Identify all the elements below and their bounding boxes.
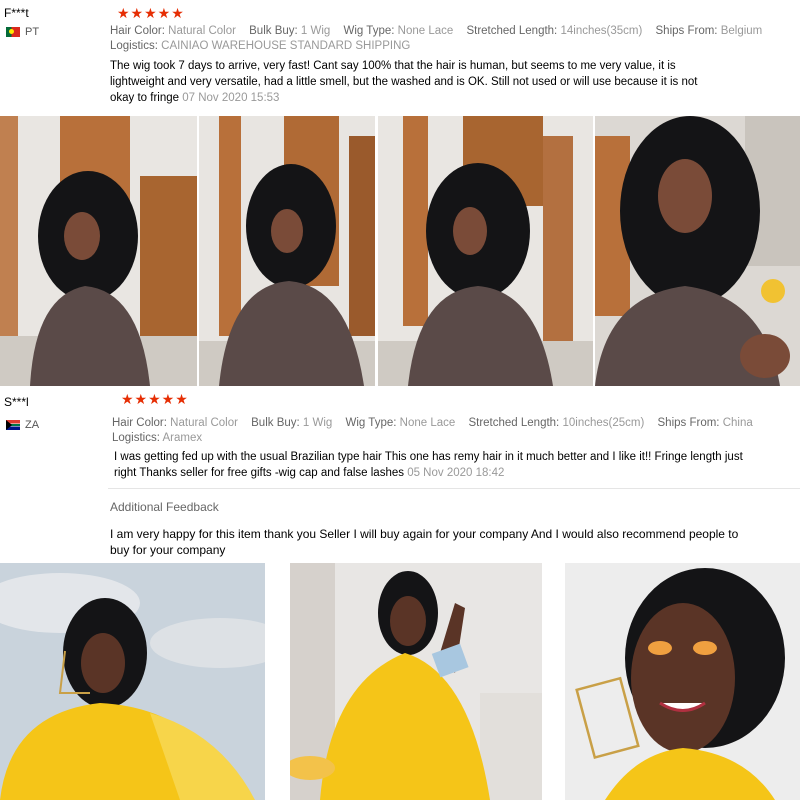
additional-feedback-text: I am very happy for this item thank you … [110,527,739,557]
review-text: The wig took 7 days to arrive, very fast… [110,60,698,104]
order-attributes: Hair Color: Natural Color Bulk Buy: 1 Wi… [112,417,753,444]
reviewer-name: S***l [4,395,29,409]
star-rating: ★★★★★ [121,391,189,407]
star-rating: ★★★★★ [117,5,185,21]
reviewer-name: F***t [4,6,29,20]
order-attributes: Hair Color: Natural Color Bulk Buy: 1 Wi… [110,25,763,52]
flag-za-icon [6,420,20,430]
flag-pt-icon [6,27,20,37]
review-photo[interactable] [595,116,800,386]
review-photo[interactable] [378,116,593,386]
review-photo[interactable] [0,116,197,386]
review-text: I was getting fed up with the usual Braz… [114,451,743,479]
reviewer-country: ZA [6,419,39,431]
country-code: ZA [25,419,40,431]
divider [108,488,800,489]
country-code: PT [25,26,40,38]
review-photo[interactable] [565,563,800,800]
review-date: 05 Nov 2020 18:42 [407,467,505,479]
review-photo[interactable] [290,563,542,800]
review-date: 07 Nov 2020 15:53 [182,92,280,104]
additional-feedback-label: Additional Feedback [110,500,219,514]
review-photo[interactable] [0,563,265,800]
review-photo[interactable] [199,116,375,386]
reviewer-country: PT [6,26,39,38]
